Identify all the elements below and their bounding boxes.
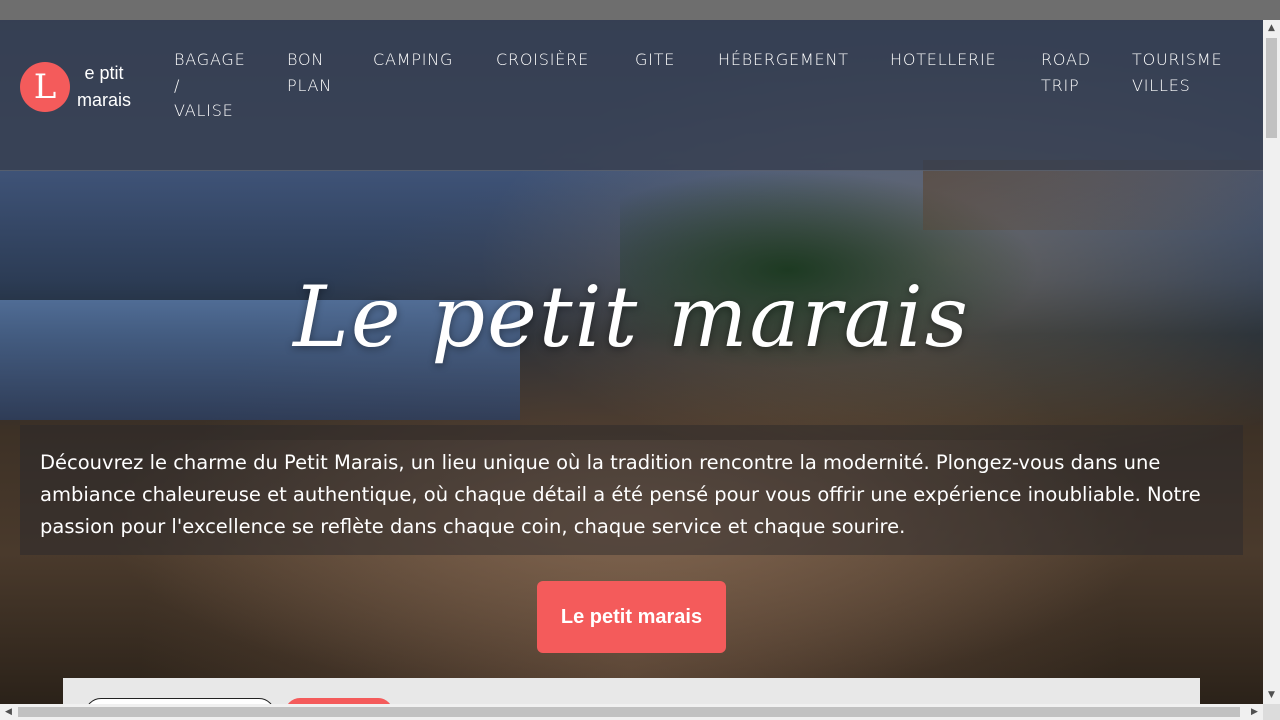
scroll-down-arrow-icon[interactable]: ▼ bbox=[1263, 687, 1280, 704]
nav-item-gite[interactable]: GITE bbox=[635, 47, 675, 73]
nav-label-line: CROISIÈRE bbox=[496, 50, 590, 69]
scroll-right-arrow-icon[interactable]: ▶ bbox=[1246, 704, 1263, 720]
nav-label-line: GITE bbox=[635, 50, 676, 69]
horizontal-scrollbar[interactable]: ◀ ▶ bbox=[0, 704, 1263, 720]
nav-item-bagage-valise[interactable]: BAGAGE / VALISE bbox=[174, 47, 246, 124]
nav-item-croisiere[interactable]: CROISIÈRE bbox=[496, 47, 589, 73]
intro-text: Découvrez le charme du Petit Marais, un … bbox=[40, 451, 1201, 538]
nav-label-line: PLAN bbox=[287, 75, 333, 95]
hero-title: Le petit marais bbox=[293, 268, 970, 366]
nav-label-line: HÉBERGEMENT bbox=[718, 50, 849, 69]
scroll-up-arrow-icon[interactable]: ▲ bbox=[1263, 20, 1280, 37]
intro-box: Découvrez le charme du Petit Marais, un … bbox=[20, 425, 1243, 555]
logo-text-line-1: e ptit bbox=[84, 63, 124, 83]
site-header: L e ptit marais BAGAGE / VALISE BON PLAN… bbox=[0, 20, 1263, 171]
nav-label-line: HOTELLERIE bbox=[890, 50, 997, 69]
nav-label-line: VILLES bbox=[1132, 75, 1191, 95]
vertical-scrollbar[interactable]: ▲ ▼ bbox=[1263, 20, 1280, 704]
scrollbar-corner bbox=[1263, 704, 1280, 720]
nav-label-line: TOURISME bbox=[1132, 50, 1223, 69]
nav-label-line: CAMPING bbox=[373, 50, 454, 69]
nav-label-line: BAGAGE bbox=[174, 50, 246, 69]
nav-label-line: VALISE bbox=[174, 101, 234, 120]
logo-text: e ptit marais bbox=[72, 60, 136, 114]
nav-label-line: TRIP bbox=[1041, 75, 1080, 95]
nav-item-hebergement[interactable]: HÉBERGEMENT bbox=[718, 47, 849, 73]
nav-item-road-trip[interactable]: ROAD TRIP bbox=[1041, 47, 1091, 98]
nav-label-line: ROAD bbox=[1041, 50, 1091, 69]
logo-text-line-2: marais bbox=[76, 90, 131, 110]
nav-item-camping[interactable]: CAMPING bbox=[373, 47, 453, 73]
cta-button[interactable]: Le petit marais bbox=[537, 581, 726, 653]
content-panel bbox=[63, 678, 1200, 704]
page-viewport: L e ptit marais BAGAGE / VALISE BON PLAN… bbox=[0, 20, 1263, 704]
nav-label-line: / bbox=[174, 75, 181, 95]
logo-badge: L bbox=[20, 62, 70, 112]
scroll-left-arrow-icon[interactable]: ◀ bbox=[0, 704, 17, 720]
nav-item-hotellerie[interactable]: HOTELLERIE bbox=[890, 47, 996, 73]
site-logo[interactable]: L e ptit marais bbox=[20, 60, 136, 114]
nav-item-bon-plan[interactable]: BON PLAN bbox=[287, 47, 332, 98]
nav-item-tourisme-villes[interactable]: TOURISME VILLES bbox=[1132, 47, 1222, 98]
horizontal-scroll-thumb[interactable] bbox=[18, 707, 1240, 717]
vertical-scroll-thumb[interactable] bbox=[1266, 38, 1277, 138]
browser-top-strip bbox=[0, 0, 1280, 20]
nav-label-line: BON bbox=[287, 50, 325, 69]
